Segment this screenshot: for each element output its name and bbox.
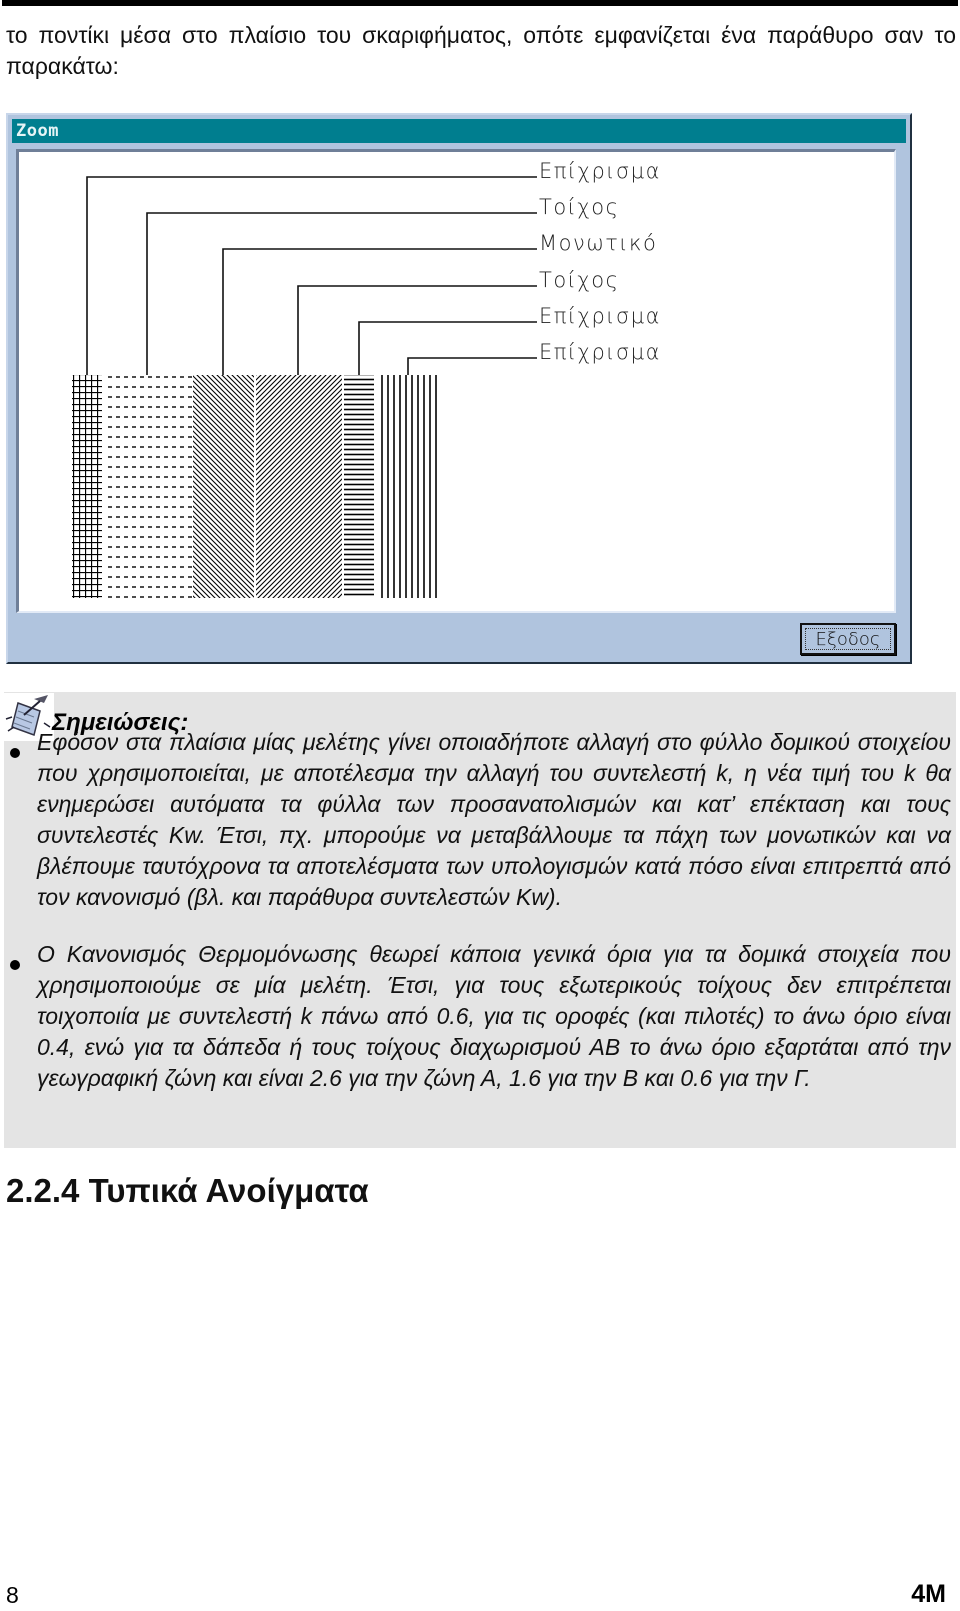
dialog-titlebar[interactable]: Zoom (12, 119, 906, 143)
layer-label: Επίχρισμα (539, 304, 661, 328)
bullet-icon (8, 960, 24, 976)
layer-label: Τοίχος (539, 195, 619, 219)
top-rule (2, 0, 958, 6)
section-heading: 2.2.4 Τυπικά Ανοίγματα (6, 1172, 369, 1209)
leader-line (407, 357, 537, 375)
page-number: 8 (6, 1582, 19, 1608)
intro-paragraph: το ποντίκι μέσα στο πλαίσιο του σκαριφήμ… (6, 22, 956, 79)
dialog-title: Zoom (16, 121, 59, 141)
leader-line (86, 176, 537, 375)
layer-hatch-diagonal-backslash (193, 375, 254, 598)
layer-hatch-diagonal-slash (256, 375, 342, 598)
layer-label: Μονωτικό (539, 231, 657, 255)
layer-label: Επίχρισμα (539, 159, 661, 183)
layer-hatch-horizontal-lines (344, 375, 374, 598)
exit-button[interactable]: Εξοδος (800, 623, 896, 655)
wall-section-diagram: Επίχρισμα Τοίχος Μονωτικό Τοίχος Επίχρισμα Επ… (72, 159, 661, 598)
layer-hatch-dashed-horizontal (104, 375, 192, 598)
layer-label: Επίχρισμα (539, 340, 661, 364)
leader-line (222, 248, 537, 375)
note-item: Εφόσον στα πλαίσια μίας μελέτης γίνει οπ… (37, 729, 951, 910)
leader-line (358, 321, 537, 375)
section-sketch-canvas: Επίχρισμα Τοίχος Μονωτικό Τοίχος Επίχρισμα Επ… (16, 149, 896, 613)
layer-hatch-vertical-lines (378, 375, 439, 598)
leader-line (146, 212, 537, 375)
brand-mark: 4M (911, 1580, 946, 1608)
note-item: Ο Κανονισμός Θερμομόνωσης θεωρεί κάποια … (37, 941, 951, 1091)
zoom-dialog: Zoom Επίχρισμα Τοίχος Μονωτικό Τοίχος Επ… (6, 113, 912, 664)
exit-button-label: Εξοδος (805, 628, 891, 650)
layer-hatch-grid (72, 375, 102, 598)
leader-line (297, 285, 537, 375)
bullet-icon (8, 748, 24, 764)
layer-label: Τοίχος (539, 268, 619, 292)
